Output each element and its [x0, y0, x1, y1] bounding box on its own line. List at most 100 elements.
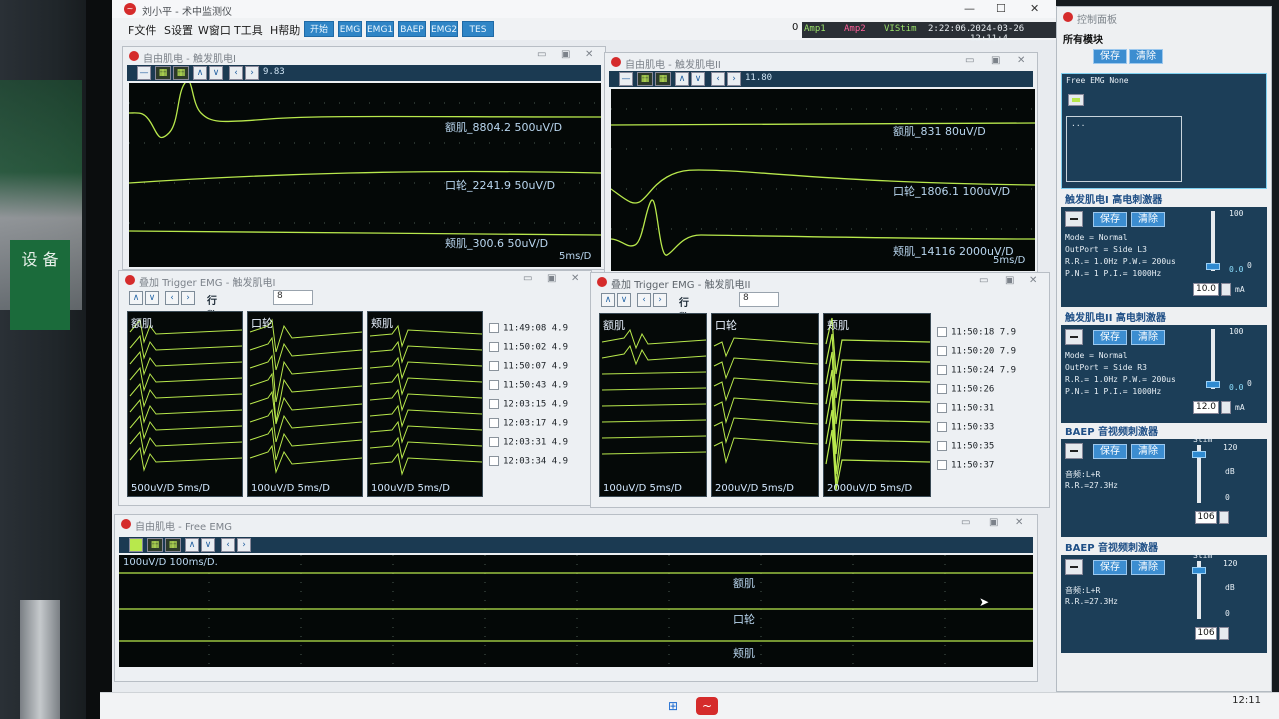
list-item[interactable]: 11:50:18 7.9 [937, 327, 1016, 341]
checkbox[interactable] [937, 327, 947, 337]
waveform-plot[interactable]: 额肌_8804.2 500uV/D 口轮_2241.9 50uV/D 颊肌_30… [129, 83, 601, 267]
clear-button[interactable]: 清除 [1131, 212, 1165, 227]
chevron-left-icon[interactable]: ‹ [165, 291, 179, 305]
slider-thumb[interactable] [1206, 381, 1220, 388]
save-button[interactable]: 保存 [1093, 49, 1127, 64]
chevron-left-icon[interactable]: ‹ [229, 66, 243, 80]
waveform-plot[interactable]: 额肌_831 80uV/D 口轮_1806.1 100uV/D 颊肌_14116… [611, 89, 1035, 271]
current-slider[interactable] [1211, 329, 1215, 389]
chevron-up-icon[interactable]: ∧ [193, 66, 207, 80]
checkbox[interactable] [489, 361, 499, 371]
chevron-down-icon[interactable]: ∨ [201, 538, 215, 552]
grid-icon[interactable]: ▦ [637, 72, 653, 86]
restore-icon[interactable]: ▣ [991, 55, 1000, 66]
close-icon[interactable]: ✕ [1015, 517, 1023, 528]
chevron-up-icon[interactable]: ∧ [675, 72, 689, 86]
checkbox[interactable] [937, 346, 947, 356]
restore-icon[interactable]: ▣ [1005, 275, 1014, 286]
minimize-icon[interactable]: ▭ [965, 55, 974, 66]
close-icon[interactable]: ✕ [585, 49, 593, 60]
checkbox[interactable] [489, 323, 499, 333]
grid-icon[interactable]: ▦ [655, 72, 671, 86]
minus-icon[interactable]: — [137, 66, 151, 80]
minimize-icon[interactable]: — [964, 2, 975, 15]
rows-select[interactable]: 8 [273, 290, 313, 305]
checkbox[interactable] [937, 403, 947, 413]
chevron-down-icon[interactable]: ∨ [145, 291, 159, 305]
chevron-up-icon[interactable]: ∧ [185, 538, 199, 552]
chevron-right-icon[interactable]: › [727, 72, 741, 86]
chevron-right-icon[interactable]: › [245, 66, 259, 80]
chevron-right-icon[interactable]: › [181, 291, 195, 305]
spinner[interactable] [1219, 627, 1229, 640]
current-input[interactable]: 10.0 [1193, 283, 1219, 296]
emg1-button[interactable]: EMG1 [366, 21, 394, 37]
level-input[interactable]: 106 [1195, 627, 1217, 640]
clear-button[interactable]: 清除 [1131, 330, 1165, 345]
app-taskbar-icon[interactable]: ~ [696, 697, 718, 715]
clear-button[interactable]: 清除 [1129, 49, 1163, 64]
list-item[interactable]: 11:50:33 [937, 422, 994, 436]
slider-thumb[interactable] [1192, 567, 1206, 574]
list-item[interactable]: 11:49:08 4.9 [489, 323, 568, 337]
restore-icon[interactable]: ▣ [561, 49, 570, 60]
spinner[interactable] [1221, 283, 1231, 296]
close-icon[interactable]: ✕ [1030, 2, 1039, 15]
save-button[interactable]: 保存 [1093, 330, 1127, 345]
menu-help[interactable]: H帮助 [270, 22, 300, 38]
list-item[interactable]: 11:50:02 4.9 [489, 342, 568, 356]
list-item[interactable]: 11:50:24 7.9 [937, 365, 1016, 379]
close-icon[interactable]: ✕ [1017, 55, 1025, 66]
record-icon[interactable] [1068, 94, 1084, 106]
checkbox[interactable] [489, 456, 499, 466]
chevron-left-icon[interactable]: ‹ [711, 72, 725, 86]
chevron-right-icon[interactable]: › [237, 538, 251, 552]
rows-select[interactable]: 8 [739, 292, 779, 307]
minimize-icon[interactable]: ▭ [961, 517, 970, 528]
restore-icon[interactable]: ▣ [547, 273, 556, 284]
save-button[interactable]: 保存 [1093, 212, 1127, 227]
checkbox[interactable] [937, 460, 947, 470]
list-item[interactable]: 12:03:34 4.9 [489, 456, 568, 470]
clear-button[interactable]: 清除 [1131, 560, 1165, 575]
list-item[interactable]: 11:50:35 [937, 441, 994, 455]
minimize-icon[interactable]: ▭ [537, 49, 546, 60]
chevron-down-icon[interactable]: ∨ [691, 72, 705, 86]
checkbox[interactable] [937, 441, 947, 451]
save-button[interactable]: 保存 [1093, 444, 1127, 459]
close-icon[interactable]: ✕ [1029, 275, 1037, 286]
current-slider[interactable] [1211, 211, 1215, 271]
trigger-panel-buccinator[interactable]: 颊肌 2000uV/D 5ms/D [823, 313, 931, 497]
start-button[interactable]: 开始 [304, 21, 334, 37]
trigger-panel-buccinator[interactable]: 颊肌 100uV/D 5ms/D [367, 311, 483, 497]
level-input[interactable]: 106 [1195, 511, 1217, 524]
list-item[interactable]: 12:03:31 4.9 [489, 437, 568, 451]
checkbox[interactable] [489, 399, 499, 409]
list-item[interactable]: 12:03:15 4.9 [489, 399, 568, 413]
spinner[interactable] [1219, 511, 1229, 524]
slider-thumb[interactable] [1192, 451, 1206, 458]
chevron-down-icon[interactable]: ∨ [617, 293, 631, 307]
list-item[interactable]: 11:50:37 [937, 460, 994, 474]
minus-icon[interactable] [1065, 329, 1083, 345]
checkbox[interactable] [489, 342, 499, 352]
trigger-panel-orbicularis[interactable]: 口轮 200uV/D 5ms/D [711, 313, 819, 497]
list-item[interactable]: 11:50:20 7.9 [937, 346, 1016, 360]
checkbox[interactable] [489, 418, 499, 428]
checkbox[interactable] [937, 365, 947, 375]
chevron-up-icon[interactable]: ∧ [129, 291, 143, 305]
free-emg-plot[interactable]: 100uV/D 100ms/D. 额肌 口轮 颊肌 ➤ [119, 555, 1033, 667]
grid-icon[interactable]: ▦ [155, 66, 171, 80]
list-item[interactable]: 11:50:07 4.9 [489, 361, 568, 375]
restore-icon[interactable]: ▣ [989, 517, 998, 528]
checkbox[interactable] [937, 384, 947, 394]
grid-icon[interactable]: ▦ [173, 66, 189, 80]
close-icon[interactable]: ✕ [571, 273, 579, 284]
maximize-icon[interactable]: ☐ [996, 2, 1006, 15]
list-item[interactable]: 11:50:31 [937, 403, 994, 417]
minus-icon[interactable] [1065, 443, 1083, 459]
windows-start-icon[interactable]: ⊞ [662, 697, 684, 715]
minus-icon[interactable] [1065, 211, 1083, 227]
checkbox[interactable] [489, 380, 499, 390]
chevron-left-icon[interactable]: ‹ [637, 293, 651, 307]
